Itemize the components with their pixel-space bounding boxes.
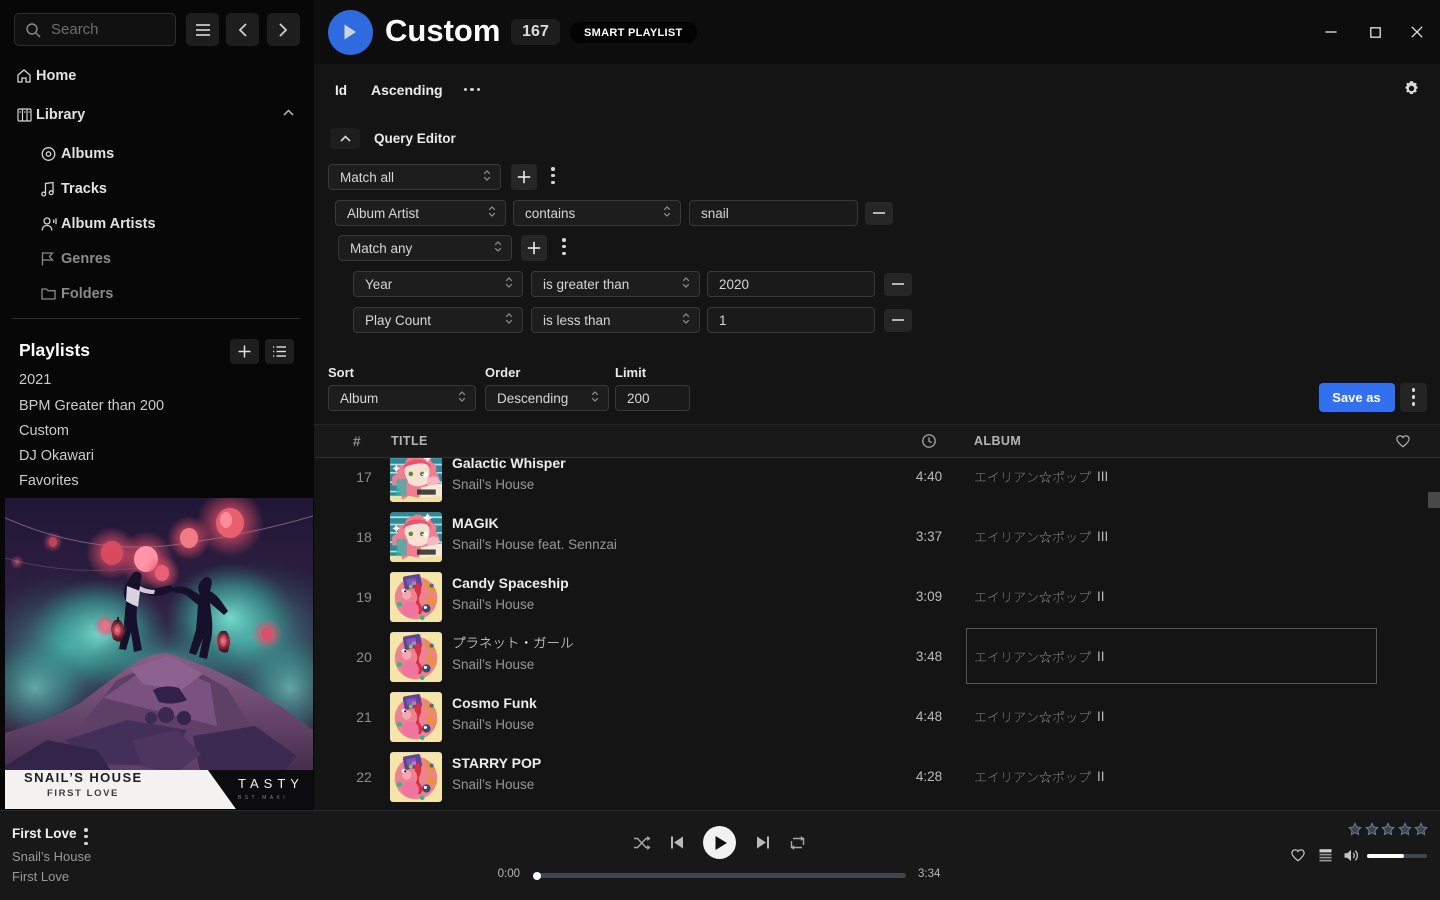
svg-text:TASTY: TASTY	[238, 776, 304, 791]
svg-text:FIRST LOVE: FIRST LOVE	[47, 788, 119, 799]
svg-text:BST.MAXI: BST.MAXI	[238, 795, 288, 801]
svg-text:SNAIL’S HOUSE: SNAIL’S HOUSE	[24, 770, 143, 785]
